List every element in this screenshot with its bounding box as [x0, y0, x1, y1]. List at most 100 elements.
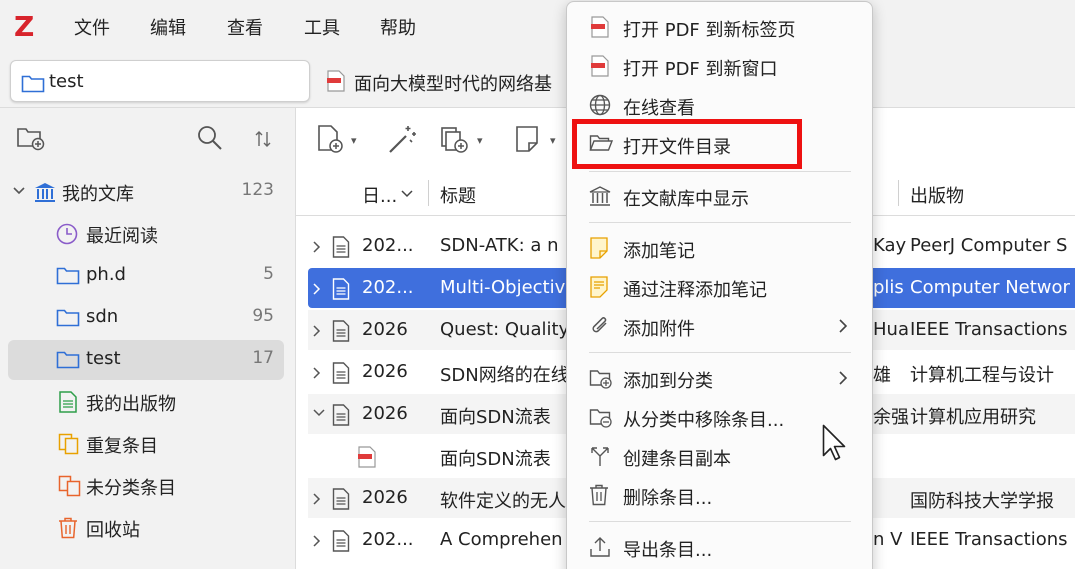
menu-item-open-pdf-new-tab[interactable]: 打开 PDF 到新标签页 — [573, 8, 866, 46]
pdf-icon — [358, 446, 376, 468]
tab-label: test — [49, 71, 84, 92]
tree-item-duplicates[interactable]: 重复条目 — [8, 424, 284, 464]
chevron-right-icon[interactable] — [312, 324, 322, 338]
note-icon — [590, 237, 608, 259]
column-separator[interactable] — [898, 180, 899, 206]
menu-file[interactable]: 文件 — [74, 14, 110, 40]
folder-remove-icon — [589, 409, 612, 428]
cell-publication: IEEE Transactions — [910, 319, 1068, 340]
menu-item-add-note[interactable]: 添加笔记 — [573, 229, 866, 267]
tree-label: 我的出版物 — [86, 394, 176, 415]
duplicates-icon — [58, 433, 79, 455]
column-publication[interactable]: 出版物 — [910, 182, 964, 208]
menu-item-add-to-collection[interactable]: 添加到分类 — [573, 359, 866, 397]
chevron-right-icon[interactable] — [312, 282, 322, 296]
menu-item-add-note-from-annotations[interactable]: 通过注释添加笔记 — [573, 268, 866, 306]
chevron-down-icon[interactable] — [12, 186, 26, 196]
sort-icon[interactable] — [254, 130, 272, 148]
chevron-down-icon[interactable]: ▾ — [477, 134, 483, 147]
tree-label: 我的文库 — [62, 184, 134, 205]
cell-date: 2026 — [362, 487, 408, 508]
cell-title: 面向SDN流表 — [440, 449, 551, 470]
new-collection-icon[interactable] — [16, 124, 46, 152]
tab-pdf-reader[interactable]: 面向大模型时代的网络基 — [322, 64, 572, 98]
new-note-icon[interactable] — [514, 124, 542, 154]
cell-title: SDN-ATK: a n — [440, 235, 559, 256]
document-icon — [332, 404, 350, 426]
chevron-right-icon[interactable] — [312, 366, 322, 380]
menu-item-label: 删除条目... — [623, 488, 713, 509]
tree-item-phd[interactable]: ph.d 5 — [8, 256, 284, 296]
menu-item-open-pdf-new-window[interactable]: 打开 PDF 到新窗口 — [573, 47, 866, 85]
menu-item-label: 在文献库中显示 — [623, 189, 749, 210]
chevron-down-icon[interactable] — [312, 408, 326, 418]
search-icon[interactable] — [196, 124, 224, 152]
pdf-icon — [327, 70, 345, 92]
menu-separator — [589, 521, 851, 522]
menu-item-show-in-library[interactable]: 在文献库中显示 — [573, 177, 866, 215]
paperclip-icon — [592, 317, 607, 333]
tab-library-test[interactable]: test — [10, 60, 310, 102]
menu-item-add-attachment[interactable]: 添加附件 — [573, 307, 866, 345]
menu-help[interactable]: 帮助 — [380, 14, 416, 40]
cell-date: 2026 — [362, 361, 408, 382]
menu-item-label: 通过注释添加笔记 — [623, 280, 767, 301]
chevron-right-icon[interactable] — [312, 240, 322, 254]
menu-item-label: 打开 PDF 到新标签页 — [623, 20, 796, 41]
chevron-right-icon — [839, 319, 848, 333]
folder-icon — [21, 75, 45, 93]
chevron-right-icon[interactable] — [312, 534, 322, 548]
menu-item-label: 打开 PDF 到新窗口 — [623, 59, 778, 80]
add-attachment-icon[interactable] — [440, 124, 470, 154]
column-title[interactable]: 标题 — [440, 182, 476, 208]
chevron-down-icon[interactable]: ▾ — [550, 134, 556, 147]
chevron-down-icon[interactable] — [401, 190, 413, 198]
cell-title: A Comprehen — [440, 529, 563, 550]
cell-publication: Computer Networ — [910, 277, 1070, 298]
cell-date: 2026 — [362, 319, 408, 340]
tree-item-sdn[interactable]: sdn 95 — [8, 298, 284, 338]
zotero-logo: Z — [14, 10, 35, 43]
menu-view[interactable]: 查看 — [227, 14, 263, 40]
magic-wand-icon[interactable] — [386, 124, 418, 156]
cell-creator: Kay — [873, 235, 907, 256]
tree-item-trash[interactable]: 回收站 — [8, 508, 284, 548]
cell-date: 202... — [362, 529, 414, 550]
document-icon — [332, 278, 350, 300]
unfiled-icon — [58, 475, 81, 497]
menu-item-delete[interactable]: 删除条目... — [573, 476, 866, 514]
tree-item-test[interactable]: test 17 — [8, 340, 284, 380]
folder-icon — [56, 267, 80, 285]
menu-item-label: 导出条目... — [623, 540, 713, 561]
cell-title: Quest: Quality — [440, 319, 570, 340]
tree-count: 95 — [252, 306, 274, 326]
cell-title: Multi-Objectiv — [440, 277, 566, 298]
cell-publication: 国防科技大学学报 — [910, 491, 1054, 512]
cell-date: 2026 — [362, 403, 408, 424]
clock-icon — [56, 223, 78, 245]
new-item-icon[interactable] — [316, 124, 346, 154]
tree-item-my-library[interactable]: 我的文库 123 — [8, 172, 284, 212]
column-date[interactable]: 日... — [362, 182, 397, 208]
menu-tools[interactable]: 工具 — [304, 14, 340, 40]
document-icon — [332, 320, 350, 342]
menu-item-label: 从分类中移除条目... — [623, 410, 785, 431]
chevron-right-icon[interactable] — [312, 492, 322, 506]
menu-edit[interactable]: 编辑 — [150, 14, 186, 40]
cell-title: 面向SDN流表 — [440, 407, 551, 428]
cell-publication: 计算机工程与设计 — [910, 365, 1054, 386]
menu-item-export[interactable]: 导出条目... — [573, 528, 866, 566]
cell-creator: 雄 — [873, 365, 891, 386]
folder-icon — [56, 351, 80, 369]
menu-item-label: 添加附件 — [623, 319, 695, 340]
tree-item-recent[interactable]: 最近阅读 — [8, 214, 284, 254]
cell-creator: plis — [873, 277, 904, 298]
chevron-down-icon[interactable]: ▾ — [351, 134, 357, 147]
tree-label: sdn — [86, 306, 119, 327]
tree-item-my-publications[interactable]: 我的出版物 — [8, 382, 284, 422]
column-separator[interactable] — [428, 180, 429, 206]
document-icon — [332, 488, 350, 510]
tree-label: 未分类条目 — [86, 478, 176, 499]
tree-item-unfiled[interactable]: 未分类条目 — [8, 466, 284, 506]
menu-item-label: 在线查看 — [623, 98, 695, 119]
